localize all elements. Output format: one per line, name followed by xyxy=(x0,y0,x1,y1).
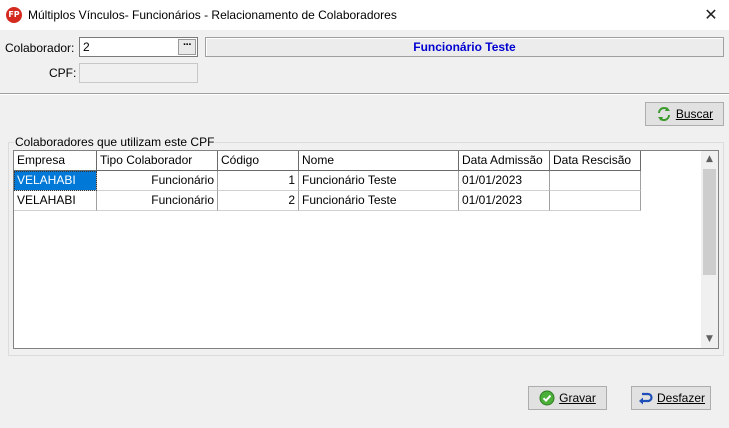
cell-nome[interactable]: Funcionário Teste xyxy=(299,191,459,211)
close-button[interactable]: ✕ xyxy=(693,0,729,30)
vertical-scrollbar[interactable]: ▲ ▼ xyxy=(701,151,718,348)
column-header-nome[interactable]: Nome xyxy=(299,151,459,171)
cell-admissao[interactable]: 01/01/2023 xyxy=(459,171,550,191)
window-title: Múltiplos Vínculos- Funcionários - Relac… xyxy=(28,8,397,22)
desfazer-button[interactable]: Desfazer xyxy=(631,386,711,410)
cell-empresa[interactable]: VELAHABI xyxy=(14,191,97,211)
cpf-field xyxy=(79,63,198,83)
cell-rescisao[interactable] xyxy=(550,191,641,211)
column-header-data-admissao[interactable]: Data Admissão xyxy=(459,151,550,171)
cpf-label: CPF: xyxy=(49,66,77,80)
column-header-data-rescisao[interactable]: Data Rescisão xyxy=(550,151,641,171)
colaborador-input-value: 2 xyxy=(83,40,90,54)
app-logo-icon: FP xyxy=(6,7,22,23)
grid-header: Empresa Tipo Colaborador Código Nome Dat… xyxy=(14,151,641,171)
table-row[interactable]: VELAHABI Funcionário 1 Funcionário Teste… xyxy=(14,171,641,191)
scroll-thumb[interactable] xyxy=(703,169,716,275)
buscar-button[interactable]: Buscar xyxy=(645,102,724,126)
column-header-empresa[interactable]: Empresa xyxy=(14,151,97,171)
table-row[interactable]: VELAHABI Funcionário 2 Funcionário Teste… xyxy=(14,191,641,211)
group-title: Colaboradores que utilizam este CPF xyxy=(14,135,216,149)
colaboradores-grid[interactable]: Empresa Tipo Colaborador Código Nome Dat… xyxy=(13,150,719,349)
cell-tipo[interactable]: Funcionário xyxy=(97,171,218,191)
gravar-button[interactable]: Gravar xyxy=(528,386,607,410)
separator xyxy=(0,93,729,95)
scroll-down-icon[interactable]: ▼ xyxy=(701,331,718,348)
undo-icon xyxy=(637,390,653,406)
colaborador-lookup-button[interactable]: ··· xyxy=(178,39,196,55)
cell-nome[interactable]: Funcionário Teste xyxy=(299,171,459,191)
cell-rescisao[interactable] xyxy=(550,171,641,191)
cell-admissao[interactable]: 01/01/2023 xyxy=(459,191,550,211)
cell-codigo[interactable]: 2 xyxy=(218,191,299,211)
scroll-up-icon[interactable]: ▲ xyxy=(701,151,718,168)
check-circle-icon xyxy=(539,390,555,406)
column-header-codigo[interactable]: Código xyxy=(218,151,299,171)
gravar-label: Gravar xyxy=(559,391,596,405)
colaborador-name-display: Funcionário Teste xyxy=(205,37,724,57)
title-bar: FP Múltiplos Vínculos- Funcionários - Re… xyxy=(0,0,729,30)
cell-tipo[interactable]: Funcionário xyxy=(97,191,218,211)
colaborador-label: Colaborador: xyxy=(5,41,75,55)
cell-empresa[interactable]: VELAHABI xyxy=(14,171,97,191)
cell-codigo[interactable]: 1 xyxy=(218,171,299,191)
buscar-label: Buscar xyxy=(675,107,714,121)
column-header-tipo-colaborador[interactable]: Tipo Colaborador xyxy=(97,151,218,171)
desfazer-label: Desfazer xyxy=(656,391,706,405)
refresh-icon xyxy=(656,106,672,122)
